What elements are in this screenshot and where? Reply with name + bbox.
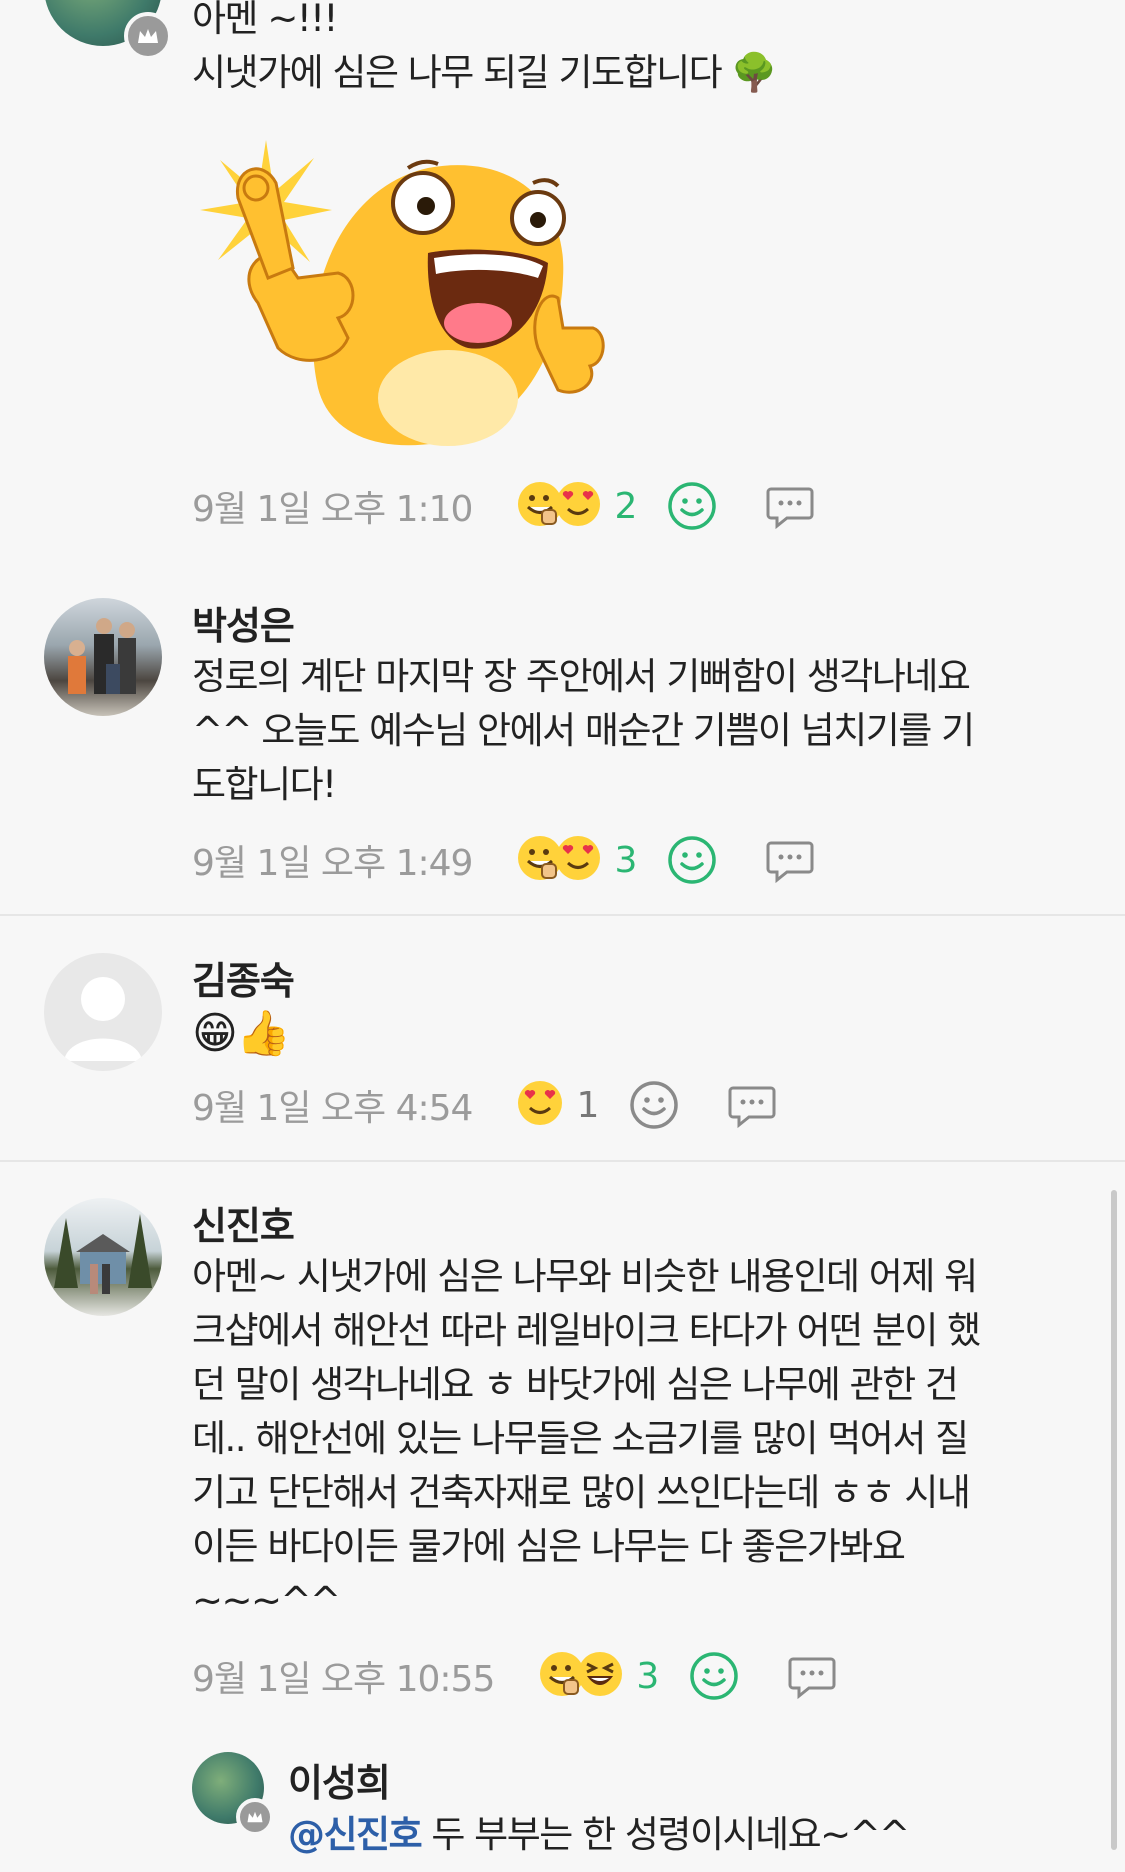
reply-comment: 이성희 @신진호 두 부부는 한 성령이시네요~^^ [0, 1740, 1125, 1872]
comment-line: 도합니다! [192, 763, 337, 806]
comment-line: 던 말이 생각나네요 ㅎ 바닷가에 심은 나무에 관한 건 [192, 1363, 959, 1406]
user-mention-link[interactable]: @신진호 [288, 1813, 423, 1856]
avatar[interactable] [44, 598, 162, 716]
comment-line: 기고 단단해서 건축자재로 많이 쓰인다는데 ㅎㅎ 시내 [192, 1471, 971, 1514]
comment-meta: 9월 1일 오후 10:55 3 [192, 1646, 837, 1706]
comment-meta: 9월 1일 오후 1:49 3 [192, 830, 815, 890]
reaction-emojis[interactable] [516, 1079, 563, 1131]
reaction-emojis[interactable] [516, 834, 601, 886]
heart-eyes-icon [554, 834, 602, 886]
crown-badge-icon [236, 1798, 274, 1836]
reaction-count: 3 [636, 1655, 660, 1697]
thumbs-up-character-sticker [198, 128, 608, 458]
comment-line: ~~~^^ [192, 1579, 341, 1622]
reply-speech-bubble-icon[interactable] [765, 481, 815, 531]
reaction-count: 2 [614, 485, 638, 527]
comment-line: 데.. 해안선에 있는 나무들은 소금기를 많이 먹어서 질 [192, 1417, 969, 1460]
default-avatar-icon[interactable] [44, 953, 162, 1071]
add-reaction-smile-icon[interactable] [689, 1651, 739, 1701]
comment-text: 😁👍 [192, 1007, 291, 1061]
comment-text: 아멘~ 시냇가에 심은 나무와 비슷한 내용인데 어제 워 크샵에서 해안선 따… [192, 1250, 981, 1628]
crown-badge-icon [124, 12, 172, 60]
comment-text: @신진호 두 부부는 한 성령이시네요~^^ [288, 1808, 910, 1862]
reply-speech-bubble-icon[interactable] [727, 1080, 777, 1130]
divider [0, 914, 1125, 916]
comment-line: ^^ 오늘도 예수님 안에서 매순간 기쁨이 넘치기를 기 [192, 709, 975, 752]
timestamp: 9월 1일 오후 1:49 [192, 843, 473, 884]
timestamp: 9월 1일 오후 10:55 [192, 1659, 495, 1700]
comment-meta: 9월 1일 오후 4:54 1 [192, 1075, 777, 1135]
comment-meta: 9월 1일 오후 1:10 2 [192, 476, 815, 536]
reply-speech-bubble-icon[interactable] [765, 835, 815, 885]
comment-line: 시냇가에 심은 나무 되길 기도합니다 🌳 [192, 51, 777, 94]
author-name[interactable]: 이성희 [288, 1752, 391, 1807]
reaction-emojis[interactable] [516, 480, 601, 532]
comment-line: 이든 바다이든 물가에 심은 나무는 다 좋은가봐요 [192, 1525, 906, 1568]
comment-line: 아멘~ 시냇가에 심은 나무와 비슷한 내용인데 어제 워 [192, 1255, 978, 1298]
reaction-count: 3 [614, 839, 638, 881]
author-name[interactable]: 신진호 [192, 1195, 295, 1250]
scrollbar[interactable] [1111, 1190, 1117, 1850]
reply-speech-bubble-icon[interactable] [787, 1651, 837, 1701]
comment-1: 아멘 ~!!! 시냇가에 심은 나무 되길 기도합니다 🌳 9월 1일 오후 1… [0, 0, 1125, 560]
comment-text: 정로의 계단 마지막 장 주안에서 기뻐함이 생각나네요 ^^ 오늘도 예수님 … [192, 650, 975, 812]
author-name[interactable]: 김종숙 [192, 950, 295, 1005]
comment-line: 😁👍 [192, 1008, 291, 1059]
laughing-icon [576, 1650, 624, 1702]
heart-eyes-icon [554, 480, 602, 532]
comment-3: 김종숙 😁👍 9월 1일 오후 4:54 1 [0, 935, 1125, 1155]
add-reaction-smile-icon[interactable] [629, 1080, 679, 1130]
comment-line: 두 부부는 한 성령이시네요~^^ [421, 1813, 910, 1856]
timestamp: 9월 1일 오후 4:54 [192, 1088, 473, 1129]
comment-line: 정로의 계단 마지막 장 주안에서 기뻐함이 생각나네요 [192, 655, 971, 698]
reaction-emojis[interactable] [538, 1650, 623, 1702]
add-reaction-smile-icon[interactable] [667, 835, 717, 885]
comment-text: 아멘 ~!!! 시냇가에 심은 나무 되길 기도합니다 🌳 [192, 0, 777, 100]
add-reaction-smile-icon[interactable] [667, 481, 717, 531]
reaction-count: 1 [576, 1084, 600, 1126]
timestamp: 9월 1일 오후 1:10 [192, 489, 473, 530]
heart-eyes-icon [516, 1079, 564, 1131]
comment-line: 아멘 ~!!! [192, 0, 338, 40]
author-name[interactable]: 박성은 [192, 595, 295, 650]
comment-line: 크샵에서 해안선 따라 레일바이크 타다가 어떤 분이 했 [192, 1309, 981, 1352]
avatar[interactable] [44, 1198, 162, 1316]
comment-4: 신진호 아멘~ 시냇가에 심은 나무와 비슷한 내용인데 어제 워 크샵에서 해… [0, 1180, 1125, 1700]
comment-2: 박성은 정로의 계단 마지막 장 주안에서 기뻐함이 생각나네요 ^^ 오늘도 … [0, 580, 1125, 910]
divider [0, 1160, 1125, 1162]
